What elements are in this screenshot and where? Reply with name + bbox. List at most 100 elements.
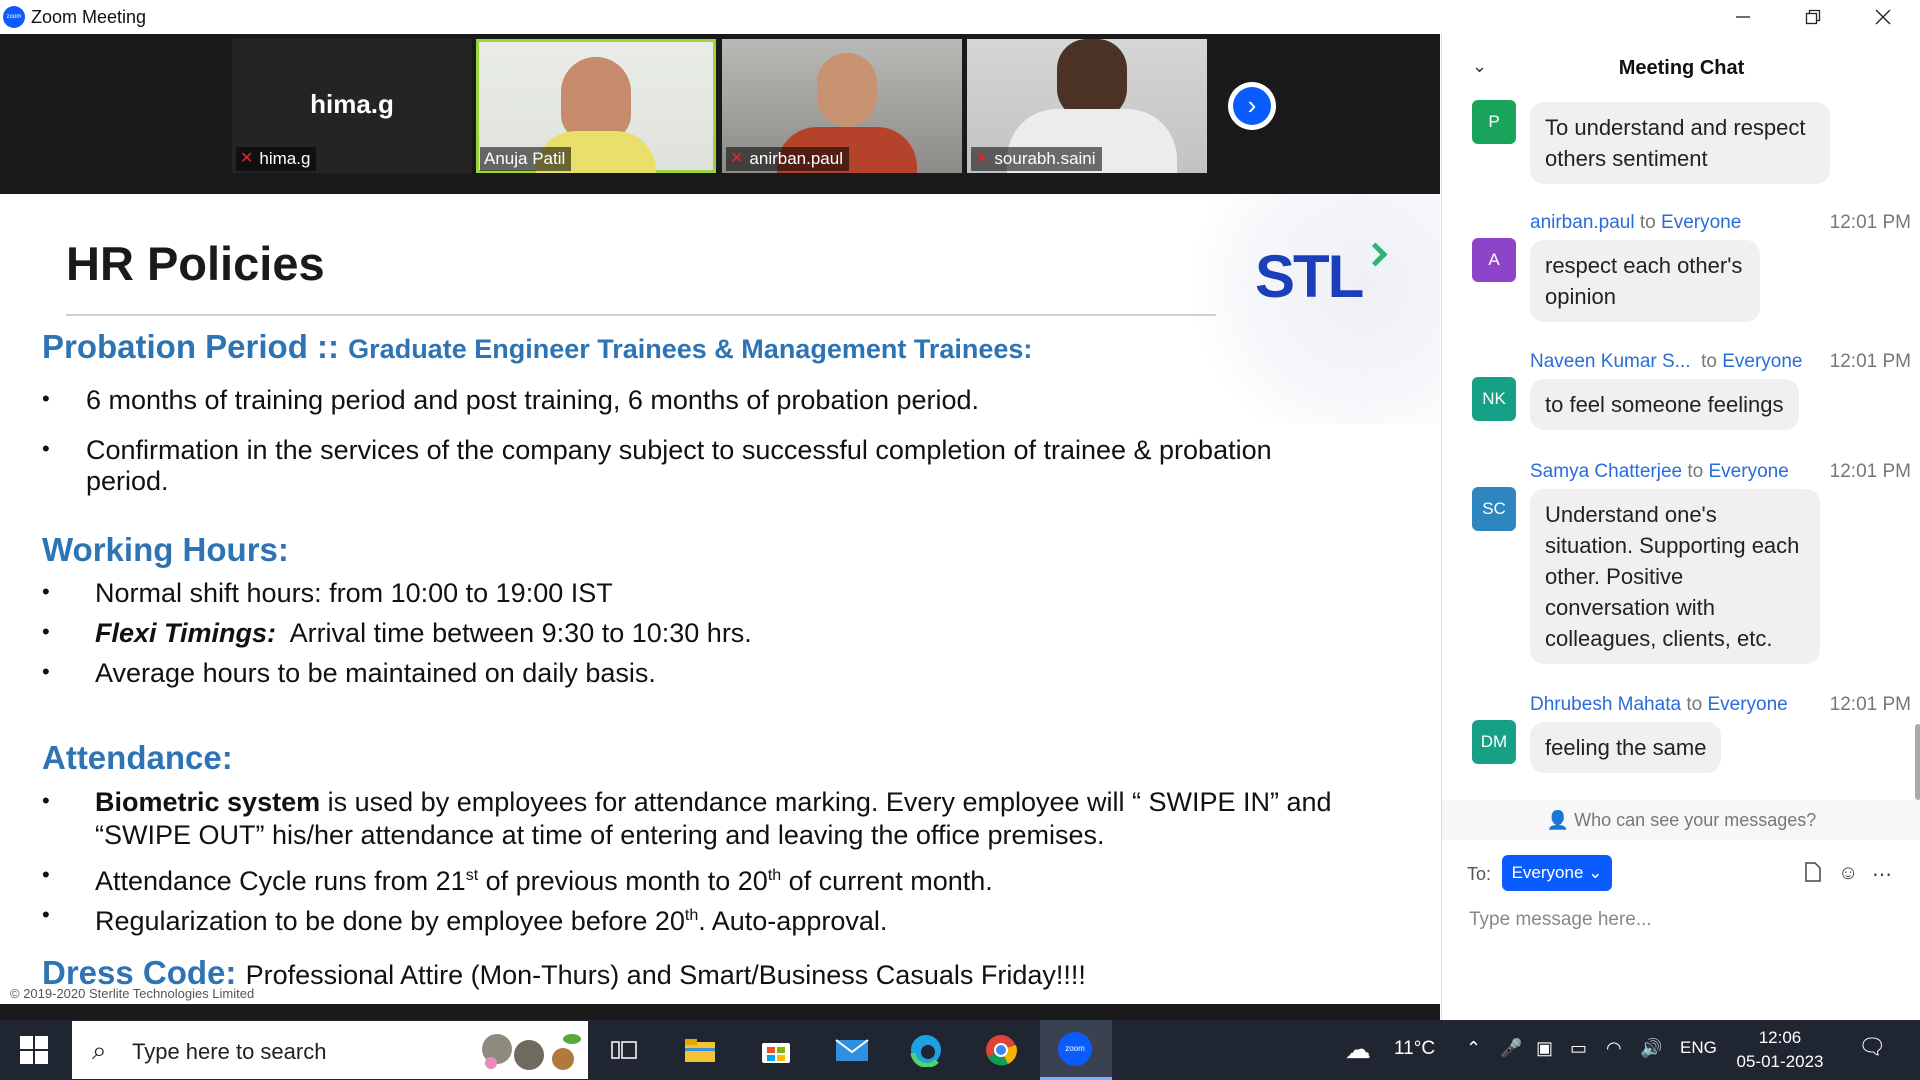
search-placeholder: Type here to search <box>132 1039 327 1064</box>
more-options-icon[interactable]: ⋯ <box>1872 862 1892 887</box>
message-meta: Samya Chatterjee to Everyone <box>1530 461 1789 482</box>
task-view-icon[interactable] <box>604 1030 644 1070</box>
shared-slide: HR Policies STL Probation Period :: Grad… <box>0 194 1440 1004</box>
windows-taskbar: ⌕ Type here to search zoom ☁ 11°C ⌃ 🎤 ▣ … <box>0 1020 1920 1080</box>
avatar: DM <box>1472 720 1516 764</box>
video-tile-anuja[interactable]: Anuja Patil <box>476 39 716 173</box>
chat-message: respect each other's opinion <box>1530 240 1760 322</box>
video-tile-hima[interactable]: hima.g ✕ hima.g <box>232 39 472 173</box>
chat-scrollbar[interactable] <box>1915 724 1920 800</box>
section-probation-heading: Probation Period :: Graduate Engineer Tr… <box>42 328 1033 365</box>
message-meta: Naveen Kumar S... to Everyone <box>1530 351 1803 372</box>
search-icon: ⌕ <box>92 1035 107 1065</box>
bullet: • <box>42 436 50 461</box>
chat-message: to feel someone feelings <box>1530 379 1799 430</box>
mic-muted-icon: ✕ <box>975 150 989 167</box>
wifi-icon[interactable]: ◠ <box>1606 1038 1622 1059</box>
video-strip: hima.g ✕ hima.g Anuja Patil ✕ anirban.pa… <box>0 34 1440 194</box>
taskbar-clock[interactable]: 12:06 05-01-2023 <box>1730 1026 1830 1074</box>
window-title: Zoom Meeting <box>31 7 147 27</box>
participant-label: ✕ sourabh.saini <box>971 147 1102 171</box>
bullet: • <box>42 862 50 887</box>
chevron-right-icon: › <box>1233 87 1271 125</box>
chevron-down-icon: ⌄ <box>1588 863 1603 882</box>
section-attendance-heading: Attendance: <box>42 739 233 776</box>
chrome-icon[interactable] <box>981 1030 1021 1070</box>
title-divider <box>66 314 1216 316</box>
windows-start-button[interactable] <box>20 1036 48 1064</box>
who-can-see-link[interactable]: 👤 Who can see your messages? <box>1442 800 1920 840</box>
chat-title: Meeting Chat <box>1618 57 1745 79</box>
chat-message: Understand one's situation. Supporting e… <box>1530 489 1820 664</box>
attendance-bullet-1: Biometric system is used by employees fo… <box>95 787 1332 850</box>
message-time: 12:01 PM <box>1829 351 1911 372</box>
zoom-icon: zoom <box>1058 1032 1092 1066</box>
video-tile-sourabh[interactable]: ✕ sourabh.saini <box>967 39 1207 173</box>
close-icon <box>1875 9 1891 25</box>
stl-logo: STL <box>1255 243 1364 310</box>
participant-video <box>1057 39 1127 119</box>
message-time: 12:01 PM <box>1829 461 1911 482</box>
section-working-hours-heading: Working Hours: <box>42 531 289 568</box>
mic-muted-icon: ✕ <box>730 150 744 167</box>
message-input[interactable] <box>1467 904 1901 936</box>
working-bullet-2: Flexi Timings: Arrival time between 9:30… <box>95 618 752 648</box>
edge-icon[interactable] <box>906 1030 946 1070</box>
zoom-taskbar-button[interactable]: zoom <box>1040 1020 1112 1080</box>
display-icon[interactable]: ▣ <box>1536 1038 1553 1059</box>
video-tile-anirban[interactable]: ✕ anirban.paul <box>722 39 962 173</box>
input-language[interactable]: ENG <box>1680 1038 1717 1058</box>
microsoft-store-icon[interactable] <box>756 1030 796 1070</box>
participant-label: ✕ anirban.paul <box>726 147 849 171</box>
participant-name-large: hima.g <box>310 89 394 119</box>
person-lock-icon: 👤 <box>1546 810 1570 830</box>
volume-icon[interactable]: 🔊 <box>1640 1038 1662 1059</box>
restore-button[interactable] <box>1778 0 1848 34</box>
weather-cloud-icon[interactable]: ☁ <box>1345 1034 1371 1065</box>
title-bar: zoom Zoom Meeting <box>0 0 1920 34</box>
slide-copyright: © 2019-2020 Sterlite Technologies Limite… <box>10 986 255 1001</box>
avatar: P <box>1472 100 1516 144</box>
bullet: • <box>42 659 50 684</box>
zoom-app-icon: zoom <box>3 6 25 28</box>
bullet: • <box>42 788 50 813</box>
working-bullet-1: Normal shift hours: from 10:00 to 19:00 … <box>95 578 613 608</box>
meeting-chat-panel: ⌄ Meeting Chat P To understand and respe… <box>1441 34 1920 1020</box>
message-time: 12:01 PM <box>1829 694 1911 715</box>
attendance-bullet-3: Regularization to be done by employee be… <box>95 906 888 936</box>
battery-icon[interactable]: ▭ <box>1570 1038 1587 1059</box>
slide-title: HR Policies <box>66 237 325 290</box>
microphone-icon[interactable]: 🎤 <box>1500 1038 1522 1059</box>
close-button[interactable] <box>1848 0 1918 34</box>
chat-message: feeling the same <box>1530 722 1722 773</box>
recipient-dropdown[interactable]: Everyone ⌄ <box>1502 855 1612 891</box>
bullet: • <box>42 619 50 644</box>
message-meta: Dhrubesh Mahata to Everyone <box>1530 694 1788 715</box>
participant-label: Anuja Patil <box>480 147 572 171</box>
search-highlight-image <box>482 1034 581 1070</box>
minimize-button[interactable] <box>1708 0 1778 34</box>
taskbar-search[interactable]: ⌕ Type here to search <box>72 1021 588 1079</box>
message-meta: anirban.paul to Everyone <box>1530 212 1742 233</box>
mic-muted-icon: ✕ <box>240 150 254 167</box>
chat-message: To understand and respect others sentime… <box>1530 102 1830 184</box>
avatar: SC <box>1472 487 1516 531</box>
file-icon[interactable] <box>1804 862 1822 888</box>
mail-icon[interactable] <box>832 1030 872 1070</box>
file-explorer-icon[interactable] <box>680 1030 720 1070</box>
bullet: • <box>42 386 50 411</box>
message-time: 12:01 PM <box>1829 212 1911 233</box>
bullet: • <box>42 902 50 927</box>
participant-video <box>817 53 877 127</box>
probation-bullet-2: Confirmation in the services of the comp… <box>86 435 1272 496</box>
bullet: • <box>42 579 50 604</box>
attendance-bullet-2: Attendance Cycle runs from 21st of previ… <box>95 866 993 896</box>
restore-icon <box>1805 9 1821 25</box>
emoji-icon[interactable]: ☺ <box>1838 862 1858 885</box>
notifications-icon[interactable]: 🗨 <box>1858 1034 1886 1060</box>
avatar: A <box>1472 238 1516 282</box>
next-participants-button[interactable]: › <box>1228 82 1276 130</box>
to-label: To: <box>1467 864 1492 884</box>
weather-temperature[interactable]: 11°C <box>1394 1038 1435 1060</box>
chevron-up-icon[interactable]: ⌃ <box>1466 1038 1481 1059</box>
